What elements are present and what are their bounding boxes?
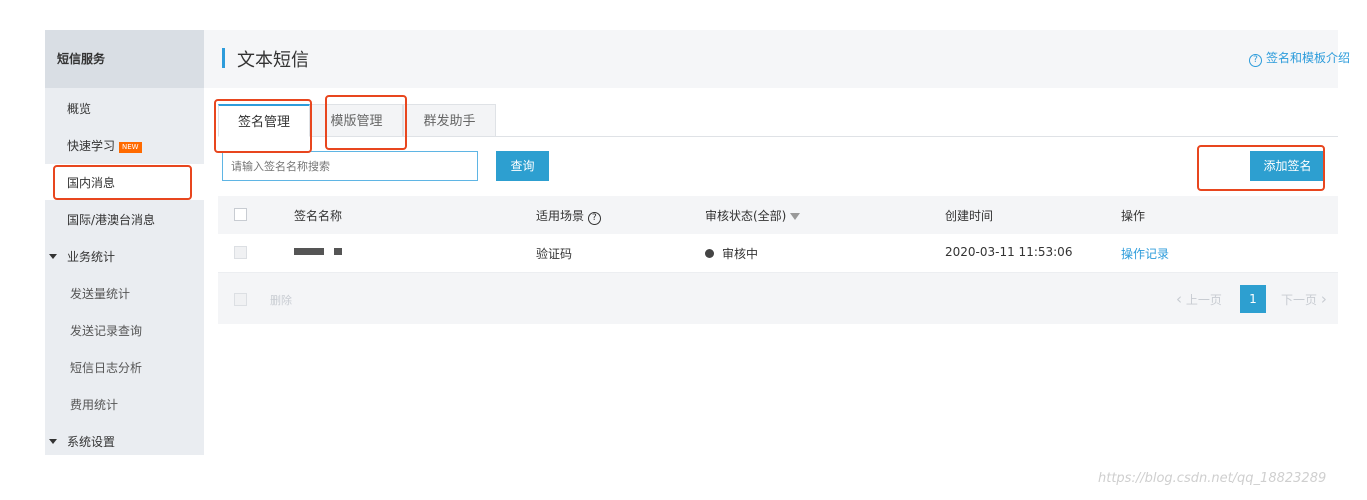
- section-label: 系统设置: [67, 435, 116, 449]
- annotation-box-add-button: [1197, 145, 1325, 191]
- sidebar-item-label: 发送记录查询: [70, 324, 143, 338]
- title-accent-bar: [222, 48, 225, 68]
- caret-down-icon: [49, 439, 57, 444]
- question-icon[interactable]: ?: [587, 212, 601, 225]
- page-title: 文本短信: [237, 50, 309, 71]
- footer-select-checkbox[interactable]: [234, 293, 247, 306]
- question-icon: ?: [1249, 54, 1262, 67]
- tab-bulk-send[interactable]: 群发助手: [403, 104, 496, 137]
- sidebar: 短信服务 概览 快速学习 NEW 国内消息 国际/港澳台消息 业务统计 发送量统计…: [45, 30, 204, 455]
- status-label: 审核中: [722, 247, 759, 261]
- chevron-left-icon: ‹: [1176, 290, 1182, 308]
- help-link-label: 签名和模板介绍: [1266, 51, 1351, 65]
- filter-icon[interactable]: [790, 213, 801, 220]
- column-header-created: 创建时间: [945, 209, 994, 223]
- column-header-label: 适用场景: [536, 209, 585, 223]
- sidebar-item-international[interactable]: 国际/港澳台消息: [45, 201, 204, 237]
- prev-page-button[interactable]: ‹ 上一页: [1176, 290, 1222, 308]
- table-footer: 删除 ‹ 上一页 1 下一页 ›: [218, 273, 1338, 324]
- next-page-label: 下一页: [1281, 293, 1318, 307]
- table-row: 验证码 审核中 2020-03-11 11:53:06 操作记录: [218, 234, 1338, 273]
- sidebar-item-label: 费用统计: [70, 398, 119, 412]
- search-button[interactable]: 查询: [496, 151, 549, 181]
- new-badge: NEW: [119, 142, 142, 153]
- annotation-box-signature-tab: [214, 99, 312, 153]
- sidebar-section-stats[interactable]: 业务统计: [45, 238, 204, 274]
- prev-page-label: 上一页: [1185, 293, 1222, 307]
- sidebar-item-label: 概览: [67, 102, 92, 116]
- sidebar-item-quick-learn[interactable]: 快速学习 NEW: [45, 127, 204, 163]
- section-label: 业务统计: [67, 250, 116, 264]
- sidebar-section-settings[interactable]: 系统设置: [45, 423, 204, 459]
- column-header-label: 审核状态(全部): [705, 209, 787, 223]
- caret-down-icon: [49, 254, 57, 259]
- chevron-right-icon: ›: [1320, 290, 1327, 308]
- cell-status: 审核中: [705, 245, 758, 262]
- status-dot-icon: [705, 249, 714, 258]
- operation-record-link[interactable]: 操作记录: [1121, 245, 1169, 262]
- row-checkbox[interactable]: [234, 246, 247, 259]
- annotation-box-domestic: [53, 165, 192, 200]
- sidebar-header-title: 短信服务: [57, 52, 106, 66]
- column-header-name: 签名名称: [294, 209, 343, 223]
- annotation-box-template-tab: [325, 95, 407, 150]
- page-number-current[interactable]: 1: [1240, 285, 1266, 313]
- sidebar-item-overview[interactable]: 概览: [45, 90, 204, 126]
- cell-scene: 验证码: [536, 247, 573, 261]
- table-header: 签名名称 适用场景 ? 审核状态(全部) 创建时间 操作: [218, 196, 1338, 234]
- sidebar-item-cost-stats[interactable]: 费用统计: [45, 386, 204, 422]
- column-header-action: 操作: [1121, 209, 1146, 223]
- column-header-scene: 适用场景 ?: [536, 207, 605, 225]
- watermark: https://blog.csdn.net/qq_18823289: [1098, 471, 1327, 486]
- sidebar-item-send-records[interactable]: 发送记录查询: [45, 312, 204, 348]
- sidebar-item-label: 发送量统计: [70, 287, 131, 301]
- page-header: 文本短信 ? 签名和模板介绍: [204, 30, 1350, 88]
- sidebar-item-label: 快速学习: [67, 139, 116, 153]
- next-page-button[interactable]: 下一页 ›: [1281, 290, 1327, 308]
- select-all-checkbox[interactable]: [234, 208, 247, 221]
- column-header-status[interactable]: 审核状态(全部): [705, 207, 801, 224]
- signature-search-input[interactable]: [222, 151, 478, 181]
- sidebar-item-label: 短信日志分析: [70, 361, 143, 375]
- sidebar-item-send-volume[interactable]: 发送量统计: [45, 275, 204, 311]
- sidebar-item-label: 国际/港澳台消息: [67, 213, 156, 227]
- signature-name-redacted: [294, 245, 342, 259]
- help-link[interactable]: ? 签名和模板介绍: [1249, 49, 1350, 67]
- sidebar-item-log-analysis[interactable]: 短信日志分析: [45, 349, 204, 385]
- delete-button[interactable]: 删除: [270, 292, 292, 308]
- sidebar-header: 短信服务: [45, 30, 204, 88]
- cell-created: 2020-03-11 11:53:06: [945, 245, 1073, 259]
